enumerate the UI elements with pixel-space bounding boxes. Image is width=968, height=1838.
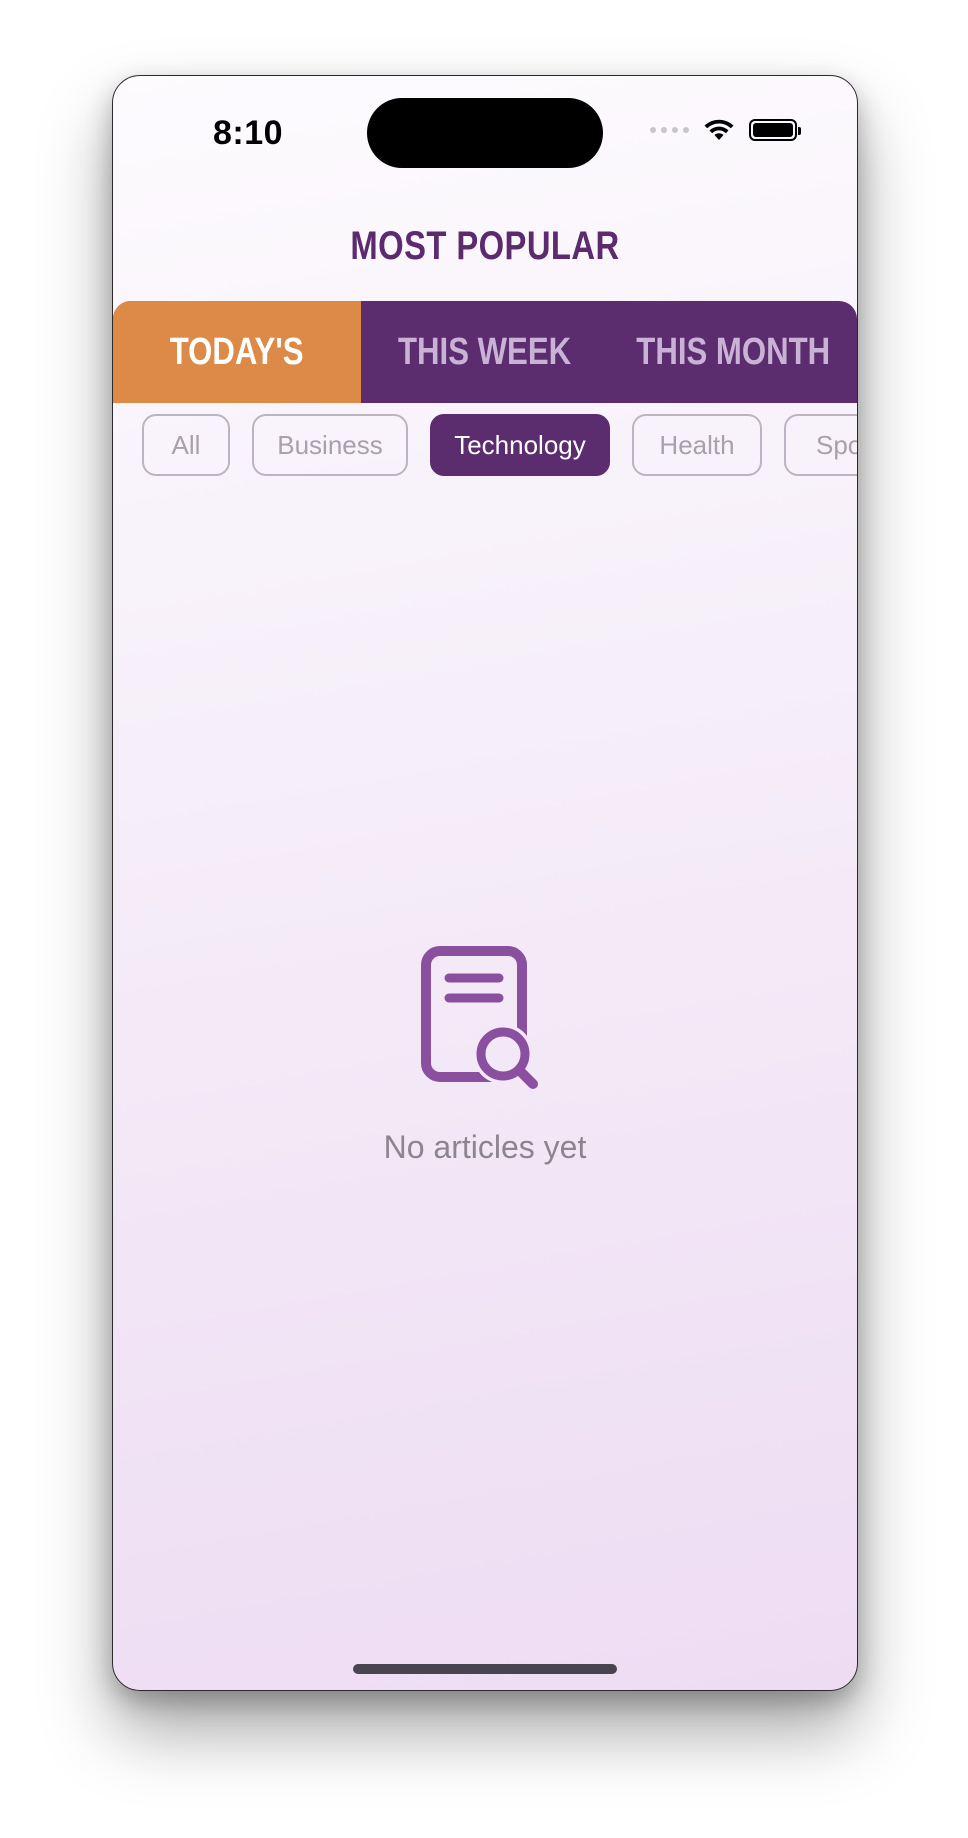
screen-stage: 8:10 MOST POPULAR TODAY'S THIS WEEK THIS…: [0, 0, 968, 1838]
tab-this-month[interactable]: THIS MONTH: [609, 301, 857, 403]
status-time: 8:10: [213, 114, 284, 152]
dynamic-island: [367, 98, 603, 168]
home-indicator[interactable]: [353, 1664, 617, 1674]
battery-icon: [749, 119, 801, 141]
cellular-signal-icon: [650, 127, 689, 133]
tab-label: THIS WEEK: [398, 330, 572, 373]
tab-todays[interactable]: TODAY'S: [113, 301, 361, 403]
document-search-icon: [421, 946, 538, 1089]
page-title: MOST POPULAR: [350, 224, 620, 268]
status-icons: [650, 118, 801, 142]
wifi-icon: [704, 119, 734, 140]
category-chip-sports[interactable]: Sports: [784, 414, 857, 476]
empty-state-message: No articles yet: [383, 1129, 587, 1165]
category-chip-technology[interactable]: Technology: [430, 414, 610, 476]
category-chip-all[interactable]: All: [142, 414, 230, 476]
phone-frame: 8:10 MOST POPULAR TODAY'S THIS WEEK THIS…: [112, 75, 858, 1691]
tab-label: THIS MONTH: [636, 330, 830, 373]
period-tab-bar: TODAY'S THIS WEEK THIS MONTH: [113, 301, 857, 403]
category-chip-business[interactable]: Business: [252, 414, 408, 476]
tab-this-week[interactable]: THIS WEEK: [361, 301, 609, 403]
tab-label: TODAY'S: [170, 330, 304, 373]
category-filter-bar: All Business Technology Health Sports: [142, 414, 857, 476]
category-chip-health[interactable]: Health: [632, 414, 762, 476]
